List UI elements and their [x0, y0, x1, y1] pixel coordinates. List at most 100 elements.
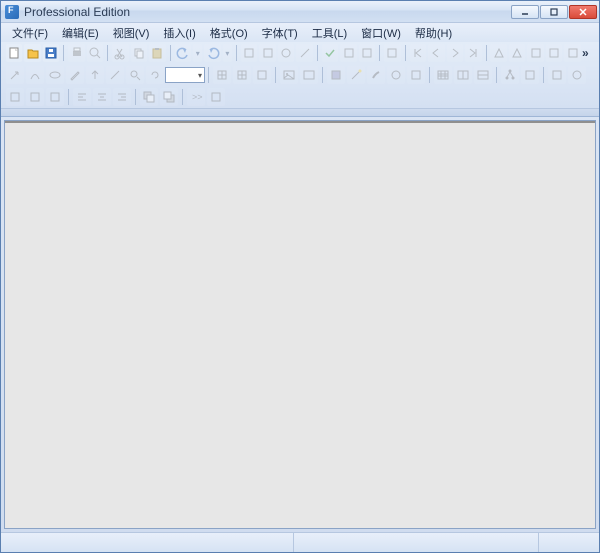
grid-3[interactable] — [253, 66, 271, 84]
document-area — [4, 120, 596, 529]
copy-button[interactable] — [131, 44, 147, 62]
print-icon — [70, 46, 84, 60]
svg-text:>>: >> — [192, 92, 203, 102]
draw-3[interactable] — [46, 66, 64, 84]
img-2[interactable] — [300, 66, 318, 84]
draw-1[interactable] — [6, 66, 24, 84]
tool-a8[interactable] — [384, 44, 400, 62]
status-cell-2 — [294, 533, 539, 552]
generic-icon — [529, 46, 543, 60]
tool-a3[interactable] — [278, 44, 294, 62]
generic-icon — [8, 90, 22, 104]
generic-icon — [570, 68, 584, 82]
order-1[interactable] — [140, 88, 158, 106]
arr-2[interactable] — [26, 88, 44, 106]
draw-4[interactable] — [66, 66, 84, 84]
undo-button[interactable] — [175, 44, 191, 62]
shape-4[interactable] — [387, 66, 405, 84]
img-1[interactable] — [280, 66, 298, 84]
nav-last[interactable] — [465, 44, 481, 62]
undo-dropdown[interactable]: ▾ — [193, 44, 202, 62]
copy-icon — [132, 46, 146, 60]
draw-8[interactable] — [146, 66, 164, 84]
generic-icon — [342, 46, 356, 60]
arr-3[interactable] — [46, 88, 64, 106]
draw-5[interactable] — [86, 66, 104, 84]
misc-2[interactable] — [568, 66, 586, 84]
tree-1[interactable] — [501, 66, 519, 84]
align-2[interactable] — [93, 88, 111, 106]
redo-dropdown[interactable]: ▾ — [223, 44, 232, 62]
grid-icon — [235, 68, 249, 82]
order-2[interactable] — [160, 88, 178, 106]
menu-file[interactable]: 文件(F) — [5, 24, 55, 42]
table-2[interactable] — [454, 66, 472, 84]
redo-button[interactable] — [204, 44, 220, 62]
curve-icon — [28, 68, 42, 82]
shape-3[interactable] — [367, 66, 385, 84]
tool-a12[interactable] — [546, 44, 562, 62]
zoom-2[interactable] — [207, 88, 225, 106]
menu-font[interactable]: 字体(T) — [255, 24, 305, 42]
draw-6[interactable] — [106, 66, 124, 84]
generic-icon — [550, 68, 564, 82]
paste-button[interactable] — [149, 44, 165, 62]
align-1[interactable] — [73, 88, 91, 106]
menu-tools[interactable]: 工具(L) — [305, 24, 354, 42]
print-button[interactable] — [68, 44, 84, 62]
nav-next[interactable] — [447, 44, 463, 62]
tool-a2[interactable] — [259, 44, 275, 62]
tool-a7[interactable] — [359, 44, 375, 62]
tool-a1[interactable] — [241, 44, 257, 62]
minimize-button[interactable] — [511, 5, 539, 19]
generic-icon — [48, 90, 62, 104]
toolbar-row-2 — [1, 64, 599, 86]
table-1[interactable] — [434, 66, 452, 84]
grid-1[interactable] — [213, 66, 231, 84]
maximize-button[interactable] — [540, 5, 568, 19]
menu-insert[interactable]: 插入(I) — [156, 24, 202, 42]
align-3[interactable] — [113, 88, 131, 106]
grid-2[interactable] — [233, 66, 251, 84]
tool-a9[interactable] — [490, 44, 506, 62]
save-button[interactable] — [43, 44, 59, 62]
misc-1[interactable] — [548, 66, 566, 84]
menu-edit[interactable]: 编辑(E) — [55, 24, 106, 42]
draw-7[interactable] — [126, 66, 144, 84]
toolbar-area: ▾ ▾ » — [1, 42, 599, 109]
canvas[interactable] — [5, 121, 595, 528]
shape-2[interactable] — [347, 66, 365, 84]
draw-2[interactable] — [26, 66, 44, 84]
toolbar-overflow[interactable]: » — [582, 46, 591, 60]
shape-1[interactable] — [327, 66, 345, 84]
nav-prev[interactable] — [428, 44, 444, 62]
arr-1[interactable] — [6, 88, 24, 106]
zoom-1[interactable]: >> — [187, 88, 205, 106]
tool-a5[interactable] — [322, 44, 338, 62]
back-icon — [162, 90, 176, 104]
new-button[interactable] — [6, 44, 22, 62]
tool-a6[interactable] — [340, 44, 356, 62]
tool-a13[interactable] — [564, 44, 580, 62]
open-button[interactable] — [24, 44, 40, 62]
menu-help[interactable]: 帮助(H) — [408, 24, 459, 42]
nav-first[interactable] — [410, 44, 426, 62]
open-folder-icon — [26, 46, 40, 60]
menu-view[interactable]: 视图(V) — [106, 24, 157, 42]
tool-a11[interactable] — [527, 44, 543, 62]
preview-button[interactable] — [87, 44, 103, 62]
separator — [208, 67, 209, 83]
shape-5[interactable] — [407, 66, 425, 84]
size-combo[interactable] — [165, 67, 205, 83]
tool-a4[interactable] — [296, 44, 312, 62]
tool-a10[interactable] — [509, 44, 525, 62]
toolbar-row-1: ▾ ▾ » — [1, 42, 599, 64]
menu-format[interactable]: 格式(O) — [203, 24, 255, 42]
tree-2[interactable] — [521, 66, 539, 84]
table-3[interactable] — [474, 66, 492, 84]
menu-window[interactable]: 窗口(W) — [354, 24, 408, 42]
separator — [429, 67, 430, 83]
minimize-icon — [521, 8, 529, 16]
close-button[interactable] — [569, 5, 597, 19]
cut-button[interactable] — [112, 44, 128, 62]
